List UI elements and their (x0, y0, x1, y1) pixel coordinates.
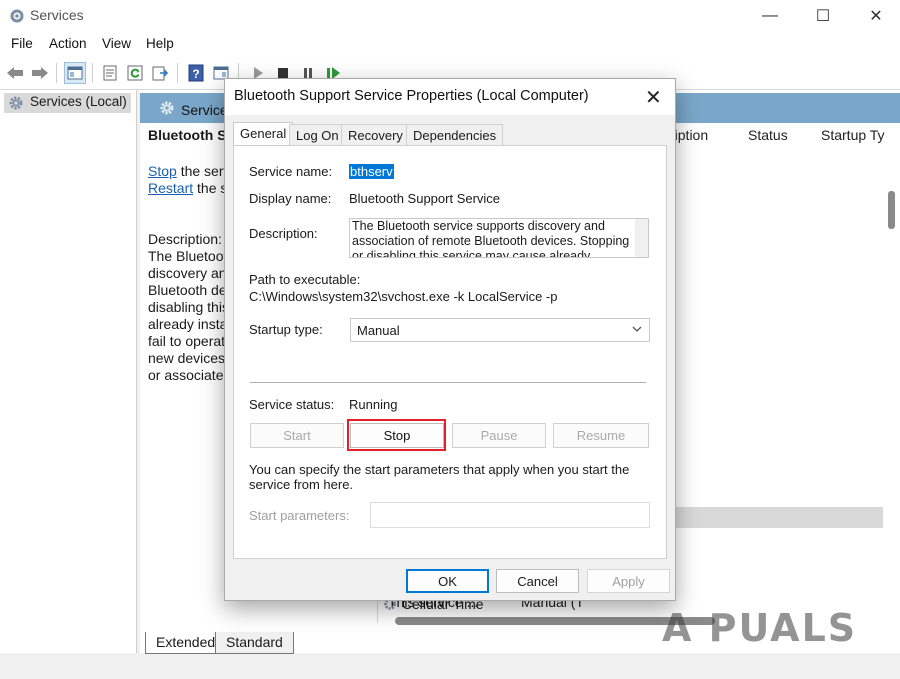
refresh-icon[interactable] (124, 62, 146, 84)
maximize-icon: ☐ (815, 8, 831, 25)
tab-extended[interactable]: Extended (145, 632, 227, 654)
minimize-icon: — (762, 7, 778, 24)
path-label: Path to executable: (249, 272, 361, 287)
restart-link-line: Restart the se (148, 180, 235, 196)
window-title: Services (30, 7, 84, 23)
description-box[interactable]: The Bluetooth service supports discovery… (349, 218, 649, 258)
restart-service-link[interactable]: Restart (148, 180, 193, 196)
resume-button[interactable]: Resume (553, 423, 649, 448)
chevron-down-icon (631, 322, 643, 339)
toolbar-separator (56, 63, 57, 83)
pane-header-label: Service (181, 102, 228, 118)
menu-file[interactable]: File (11, 36, 33, 51)
tab-general[interactable]: General (233, 122, 294, 146)
service-status-value: Running (349, 397, 398, 412)
menu-help[interactable]: Help (146, 36, 174, 51)
pause-button[interactable]: Pause (452, 423, 546, 448)
toolbar-separator (92, 63, 93, 83)
maximize-button[interactable]: ☐ (798, 0, 848, 32)
stop-link-suffix: the serv (176, 163, 231, 179)
description-scrollbar[interactable] (635, 219, 648, 257)
cancel-button[interactable]: Cancel (496, 569, 579, 593)
apply-button[interactable]: Apply (587, 569, 670, 593)
close-icon: ✕ (869, 8, 883, 25)
start-params-label: Start parameters: (249, 508, 350, 523)
properties-dialog: Bluetooth Support Service Properties (Lo… (224, 78, 676, 601)
stop-link-line: Stop the serv (148, 163, 231, 179)
startup-type-select[interactable]: Manual (350, 318, 650, 342)
service-name-label: Service name: (249, 164, 333, 179)
start-params-input[interactable] (370, 502, 650, 528)
menu-action[interactable]: Action (49, 36, 87, 51)
watermark-logo: A PUALS (662, 606, 858, 650)
show-hide-tree-icon[interactable] (64, 62, 86, 84)
startup-type-label: Startup type: (249, 322, 323, 337)
svg-text:?: ? (192, 67, 199, 81)
title-bar: Services — ☐ ✕ (0, 0, 900, 32)
tab-dependencies[interactable]: Dependencies (406, 124, 504, 146)
display-name-label: Display name: (249, 191, 332, 206)
scrollbar-thumb[interactable] (888, 191, 895, 229)
minimize-button[interactable]: — (745, 0, 795, 32)
stop-service-link[interactable]: Stop (148, 163, 177, 179)
back-icon[interactable] (4, 62, 26, 84)
general-tab-panel: Service name: bthserv Display name: Blue… (233, 145, 667, 559)
tab-standard[interactable]: Standard (215, 632, 294, 654)
service-name-value[interactable]: bthserv (349, 164, 394, 179)
close-button[interactable]: ✕ (851, 0, 900, 32)
menu-view[interactable]: View (102, 36, 131, 51)
tab-recovery[interactable]: Recovery (341, 124, 410, 146)
tree-item-services-local[interactable]: Services (Local) (4, 93, 131, 113)
dialog-title: Bluetooth Support Service Properties (Lo… (234, 88, 589, 104)
dialog-title-bar: Bluetooth Support Service Properties (Lo… (225, 79, 675, 115)
stop-button-highlight (347, 419, 446, 451)
path-value: C:\Windows\system32\svchost.exe -k Local… (249, 289, 558, 304)
toolbar-separator (177, 63, 178, 83)
selected-service-title: Bluetooth S (148, 127, 227, 143)
gear-icon (7, 94, 25, 115)
startup-type-value: Manual (357, 323, 400, 338)
services-app-icon (8, 7, 26, 25)
gear-icon (158, 99, 176, 120)
export-icon[interactable] (149, 62, 171, 84)
display-name-value: Bluetooth Support Service (349, 191, 501, 206)
tab-log-on[interactable]: Log On (289, 124, 346, 146)
divider (250, 382, 646, 383)
menu-bar: File Action View Help (0, 32, 900, 56)
description-text: The Bluetooth service supports discovery… (352, 219, 630, 258)
description-label: Description: (249, 226, 318, 241)
dialog-close-icon[interactable]: ✕ (645, 85, 662, 110)
start-params-note: You can specify the start parameters tha… (249, 462, 630, 492)
help-icon[interactable]: ? (185, 62, 207, 84)
console-tree: Services (Local) (0, 90, 137, 653)
start-button[interactable]: Start (250, 423, 344, 448)
vertical-scrollbar[interactable] (883, 145, 900, 615)
ok-button[interactable]: OK (406, 569, 489, 593)
service-status-label: Service status: (249, 397, 335, 412)
forward-icon[interactable] (29, 62, 51, 84)
tree-item-label: Services (Local) (30, 94, 127, 109)
properties-icon[interactable] (99, 62, 121, 84)
